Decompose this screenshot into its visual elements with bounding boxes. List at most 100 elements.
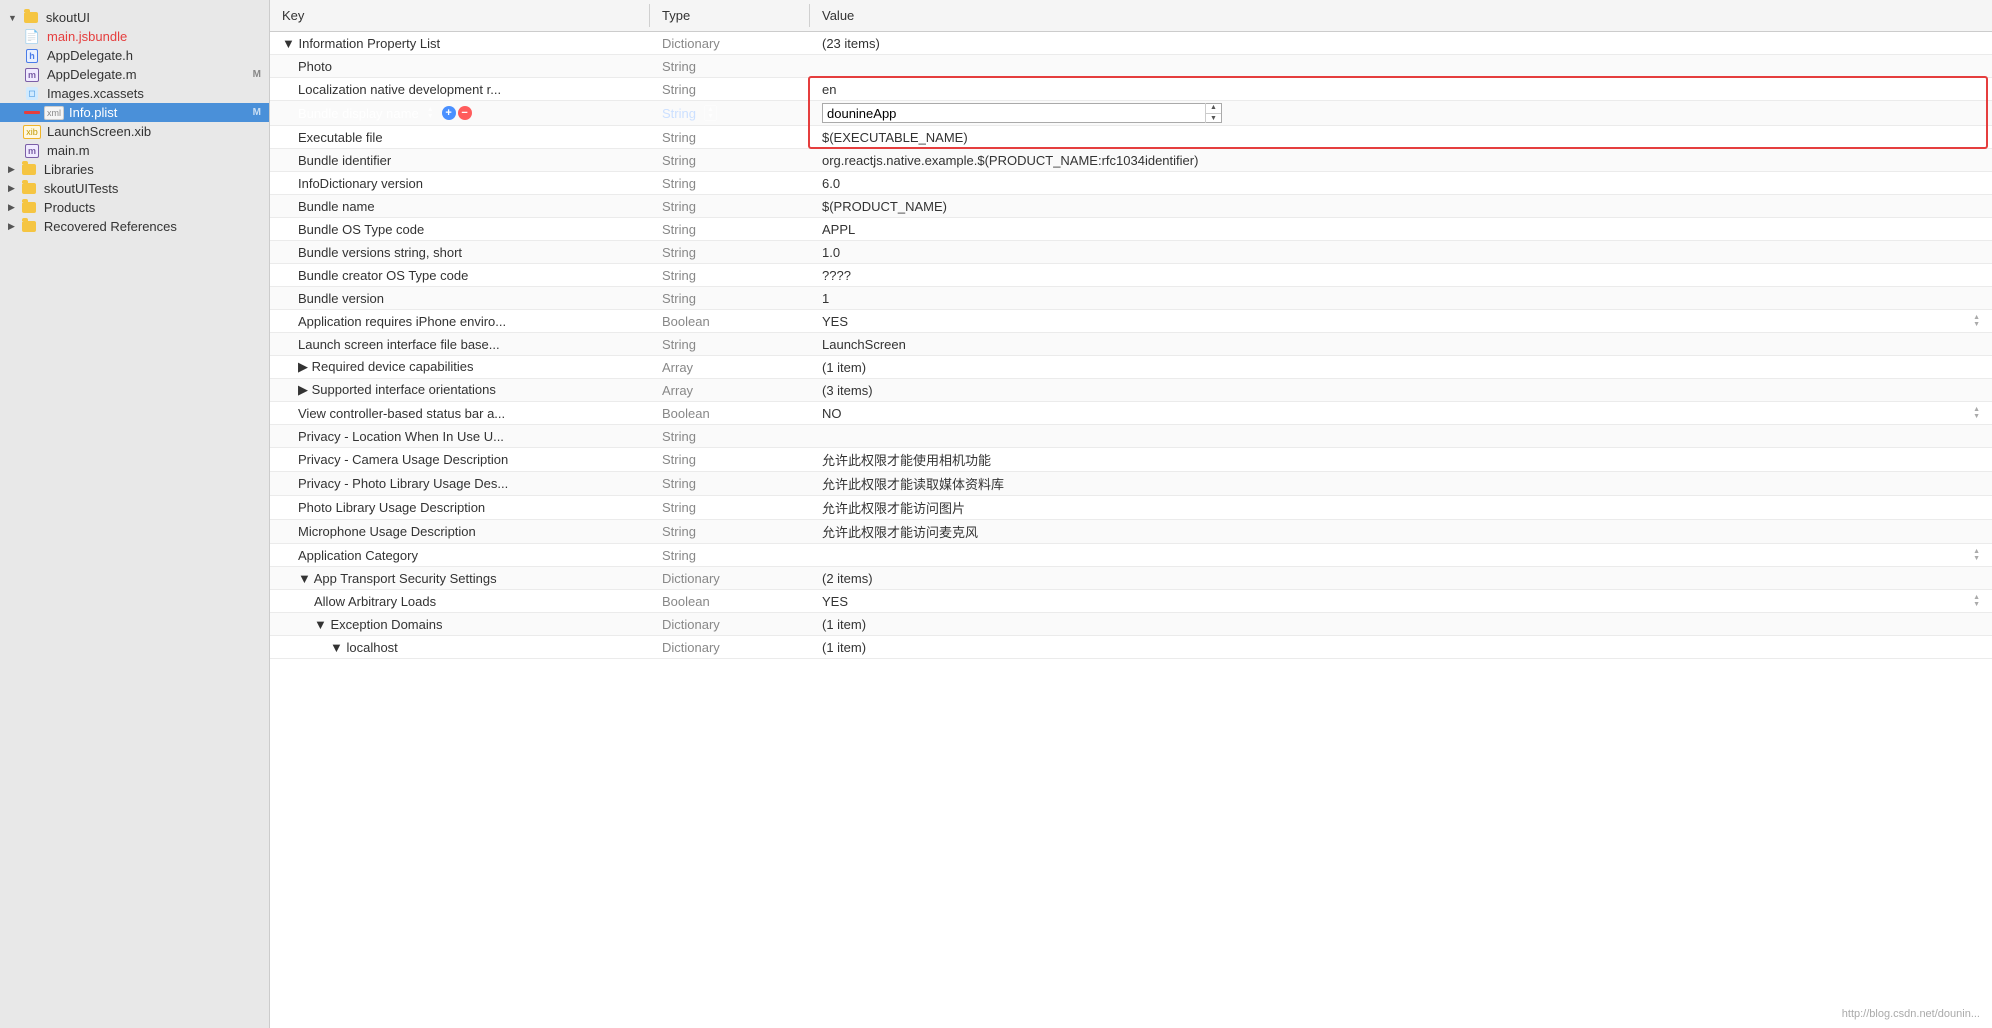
- sidebar-item-root-group[interactable]: ▼skoutUI: [0, 8, 269, 27]
- sidebar-item-libraries[interactable]: ▶Libraries: [0, 160, 269, 179]
- plist-row[interactable]: ▼ App Transport Security SettingsDiction…: [270, 567, 1992, 590]
- plist-value-text: 允许此权限才能读取媒体资料库: [822, 474, 1004, 493]
- plist-type-cell: String: [650, 149, 810, 171]
- plist-value-cell: ????: [810, 264, 1992, 286]
- plist-type-cell: String: [650, 473, 810, 495]
- value-dropdown-icon[interactable]: ▲▼: [1973, 594, 1980, 608]
- plist-value-cell: 允许此权限才能使用相机功能: [810, 448, 1992, 471]
- plist-row[interactable]: Privacy - Camera Usage DescriptionString…: [270, 448, 1992, 472]
- sidebar-item-skoutuitests[interactable]: ▶skoutUITests: [0, 179, 269, 198]
- plist-key-text: Localization native development r...: [298, 82, 501, 97]
- plist-row[interactable]: Microphone Usage Description String 允许此权限才…: [270, 520, 1992, 544]
- plist-row[interactable]: Privacy - Photo Library Usage Des... Stri…: [270, 472, 1992, 496]
- plist-row[interactable]: ▼ localhostDictionary(1 item): [270, 636, 1992, 659]
- remove-row-button[interactable]: −: [458, 106, 472, 120]
- plist-value-cell: 允许此权限才能访问麦克风: [810, 520, 1992, 543]
- plist-type-text: String: [662, 476, 696, 491]
- sidebar-item-appdelegate-h[interactable]: hAppDelegate.h: [0, 46, 269, 65]
- sidebar-item-info-plist[interactable]: xmlInfo.plistM: [0, 103, 269, 122]
- plist-type-cell: String: [650, 78, 810, 100]
- plist-row[interactable]: Bundle creator OS Type codeString????: [270, 264, 1992, 287]
- plist-key-cell: Photo: [270, 55, 650, 77]
- plist-type-cell: Boolean: [650, 310, 810, 332]
- plist-key-text: Application requires iPhone enviro...: [298, 314, 506, 329]
- plist-value-cell: (1 item): [810, 636, 1992, 658]
- plist-type-cell: Dictionary: [650, 613, 810, 635]
- plist-type-text: String: [662, 268, 696, 283]
- plist-row[interactable]: Allow Arbitrary LoadsBooleanYES▲▼: [270, 590, 1992, 613]
- plist-key-text: Microphone Usage Description: [298, 524, 476, 539]
- plist-key-cell: Application Category: [270, 544, 650, 566]
- sidebar-item-main-jsbundle[interactable]: 📄main.jsbundle: [0, 27, 269, 46]
- plist-row[interactable]: Launch screen interface file base...Stri…: [270, 333, 1992, 356]
- plist-row[interactable]: Bundle versionString1: [270, 287, 1992, 310]
- plist-value-cell: (1 item): [810, 613, 1992, 635]
- sidebar-item-images-xcassets[interactable]: ◻Images.xcassets: [0, 84, 269, 103]
- plist-key-text: Executable file: [298, 130, 383, 145]
- plist-key-text: ▶ Supported interface orientations: [298, 382, 496, 398]
- type-stepper-icon[interactable]: ▲▼: [704, 105, 717, 121]
- plist-row[interactable]: Application requires iPhone enviro... Boo…: [270, 310, 1992, 333]
- plist-type-text: String: [662, 429, 696, 444]
- plist-value-cell: en: [810, 78, 1992, 100]
- plist-value-text: (2 items): [822, 571, 873, 586]
- plist-row[interactable]: Photo Library Usage DescriptionString允许此…: [270, 496, 1992, 520]
- plist-row[interactable]: PhotoString: [270, 55, 1992, 78]
- plist-key-text: ▼ localhost: [330, 640, 398, 655]
- plist-row[interactable]: View controller-based status bar a...Boo…: [270, 402, 1992, 425]
- plist-type-text: String: [662, 130, 696, 145]
- plist-row[interactable]: Bundle nameString$(PRODUCT_NAME): [270, 195, 1992, 218]
- plist-value-cell: NO▲▼: [810, 402, 1992, 424]
- plist-value-cell: 6.0: [810, 172, 1992, 194]
- plist-type-cell: String: [650, 241, 810, 263]
- plist-key-text: ▼ Information Property List: [282, 36, 440, 51]
- plist-value-cell: YES▲▼: [810, 310, 1992, 332]
- value-dropdown-icon[interactable]: ▲▼: [1973, 314, 1980, 328]
- plist-row[interactable]: ▼ Exception DomainsDictionary(1 item): [270, 613, 1992, 636]
- plist-row[interactable]: ▶ Required device capabilitiesArray(1 it…: [270, 356, 1992, 379]
- value-stepper[interactable]: ▲▼: [1205, 103, 1221, 123]
- plist-row[interactable]: Localization native development r... Stri…: [270, 78, 1992, 101]
- plist-rows: ▼ Information Property List Dictionary (23…: [270, 32, 1992, 659]
- plist-key-text: Application Category: [298, 548, 418, 563]
- plist-row[interactable]: InfoDictionary version String 6.0: [270, 172, 1992, 195]
- plist-type-text: String: [662, 153, 696, 168]
- value-dropdown-icon[interactable]: ▲▼: [1973, 548, 1980, 562]
- plist-key-text: InfoDictionary version: [298, 176, 423, 191]
- plist-row[interactable]: Executable fileString$(EXECUTABLE_NAME): [270, 126, 1992, 149]
- plist-key-cell: Bundle identifier: [270, 149, 650, 171]
- sidebar-item-launchscreen-xib[interactable]: xibLaunchScreen.xib: [0, 122, 269, 141]
- plist-row[interactable]: Bundle OS Type codeStringAPPL: [270, 218, 1992, 241]
- red-indicator: [24, 111, 40, 114]
- plist-row[interactable]: Bundle display name▲▼+−String▲▼▲▼: [270, 101, 1992, 126]
- sidebar-item-main-m[interactable]: mmain.m: [0, 141, 269, 160]
- value-dropdown-icon[interactable]: ▲▼: [1973, 406, 1980, 420]
- plist-row[interactable]: Bundle versions string, shortString1.0: [270, 241, 1992, 264]
- plist-value-cell: LaunchScreen: [810, 333, 1992, 355]
- sidebar-item-products[interactable]: ▶Products: [0, 198, 269, 217]
- sidebar-item-label: Products: [44, 200, 261, 215]
- sidebar-item-label: skoutUITests: [44, 181, 261, 196]
- plist-icon: xml: [46, 106, 62, 120]
- folder-closed-icon: [21, 220, 37, 234]
- sidebar-item-appdelegate-m[interactable]: mAppDelegate.mM: [0, 65, 269, 84]
- plist-type-text: String: [662, 500, 696, 515]
- plist-row[interactable]: ▼ Information Property ListDictionary(23…: [270, 32, 1992, 55]
- plist-value-text: (23 items): [822, 36, 880, 51]
- plist-row[interactable]: Bundle identifierStringorg.reactjs.nativ…: [270, 149, 1992, 172]
- plist-key-cell: Privacy - Photo Library Usage Des...: [270, 473, 650, 495]
- plist-row[interactable]: Privacy - Location When In Use U...Strin…: [270, 425, 1992, 448]
- add-row-button[interactable]: +: [442, 106, 456, 120]
- plist-key-text: Privacy - Camera Usage Description: [298, 452, 508, 467]
- plist-row[interactable]: ▶ Supported interface orientationsArray(…: [270, 379, 1992, 402]
- plist-key-cell: Photo Library Usage Description: [270, 497, 650, 519]
- plist-type-text: String: [662, 524, 696, 539]
- sidebar-item-recovered-references[interactable]: ▶Recovered References: [0, 217, 269, 236]
- value-input[interactable]: [823, 106, 1205, 121]
- plist-type-text: Array: [662, 360, 693, 375]
- plist-type-text: String: [662, 176, 696, 191]
- plist-key-cell: ▼ localhost: [270, 636, 650, 658]
- plist-value-cell[interactable]: ▲▼: [810, 101, 1992, 125]
- plist-row[interactable]: Application CategoryString▲▼: [270, 544, 1992, 567]
- plist-key-cell: ▼ Exception Domains: [270, 613, 650, 635]
